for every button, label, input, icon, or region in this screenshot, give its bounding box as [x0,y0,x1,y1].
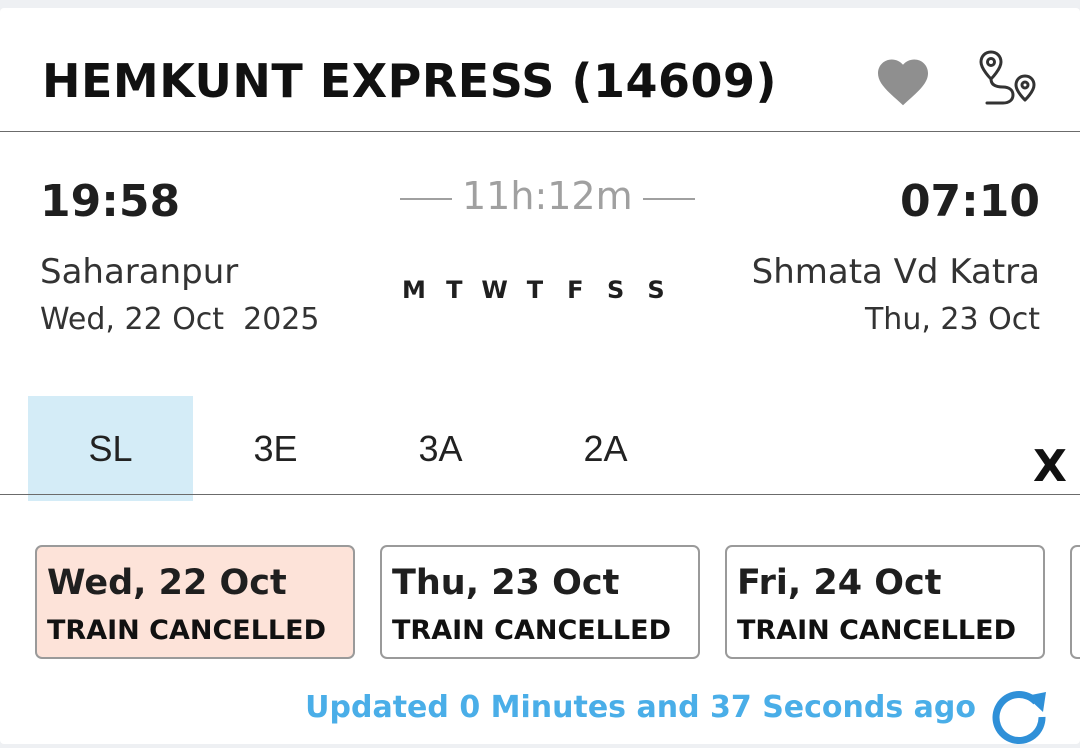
date-card-status: TRAIN CANCELLED [392,615,671,646]
date-card-thu-23-oct[interactable]: Thu, 23 Oct TRAIN CANCELLED [380,545,700,659]
refresh-icon[interactable] [988,686,1050,748]
running-days: M T W T F S S [400,276,670,304]
date-card-date: Thu, 23 Oct [392,563,620,603]
arrival-station: Shmata Vd Katra [751,252,1040,292]
day-sunday: S [647,276,665,304]
tab-class-3e[interactable]: 3E [193,396,358,501]
day-saturday: S [606,276,625,304]
date-card-fri-24-oct[interactable]: Fri, 24 Oct TRAIN CANCELLED [725,545,1045,659]
tab-class-2a[interactable]: 2A [523,396,688,501]
day-wednesday: W [481,276,508,304]
arrival-date: Thu, 23 Oct [864,302,1040,337]
train-details-card: HEMKUNT EXPRESS (14609) 19:58 11h:12m 07… [0,8,1080,744]
arrival-time: 07:10 [899,176,1040,227]
date-card-date: Fri, 24 Oct [737,563,942,603]
day-friday: F [567,276,584,304]
date-card-status: TRAIN CANCELLED [47,615,326,646]
header-divider [0,131,1080,132]
day-thursday: T [526,276,544,304]
train-title: HEMKUNT EXPRESS (14609) [42,54,778,108]
date-card-status: TRAIN CANCELLED [737,615,1016,646]
departure-time: 19:58 [40,176,181,227]
date-card-next-partial[interactable] [1070,545,1080,659]
tab-class-3a[interactable]: 3A [358,396,523,501]
date-card-date: Wed, 22 Oct [47,563,287,603]
tab-class-sl[interactable]: SL [28,396,193,501]
departure-station: Saharanpur [40,252,239,292]
date-card-wed-22-oct[interactable]: Wed, 22 Oct TRAIN CANCELLED [35,545,355,659]
day-monday: M [402,276,426,304]
heart-icon[interactable] [873,52,933,112]
route-map-icon[interactable] [975,48,1043,114]
journey-duration: 11h:12m [390,174,695,218]
day-tuesday: T [446,276,463,304]
departure-date: Wed, 22 Oct 2025 [40,302,320,337]
last-updated-text: Updated 0 Minutes and 37 Seconds ago [305,690,976,725]
close-button[interactable]: X [1030,442,1070,492]
duration-dash-right [642,197,695,200]
duration-text: 11h:12m [462,174,633,218]
tabs-divider [0,494,1080,495]
duration-dash-left [400,197,452,200]
